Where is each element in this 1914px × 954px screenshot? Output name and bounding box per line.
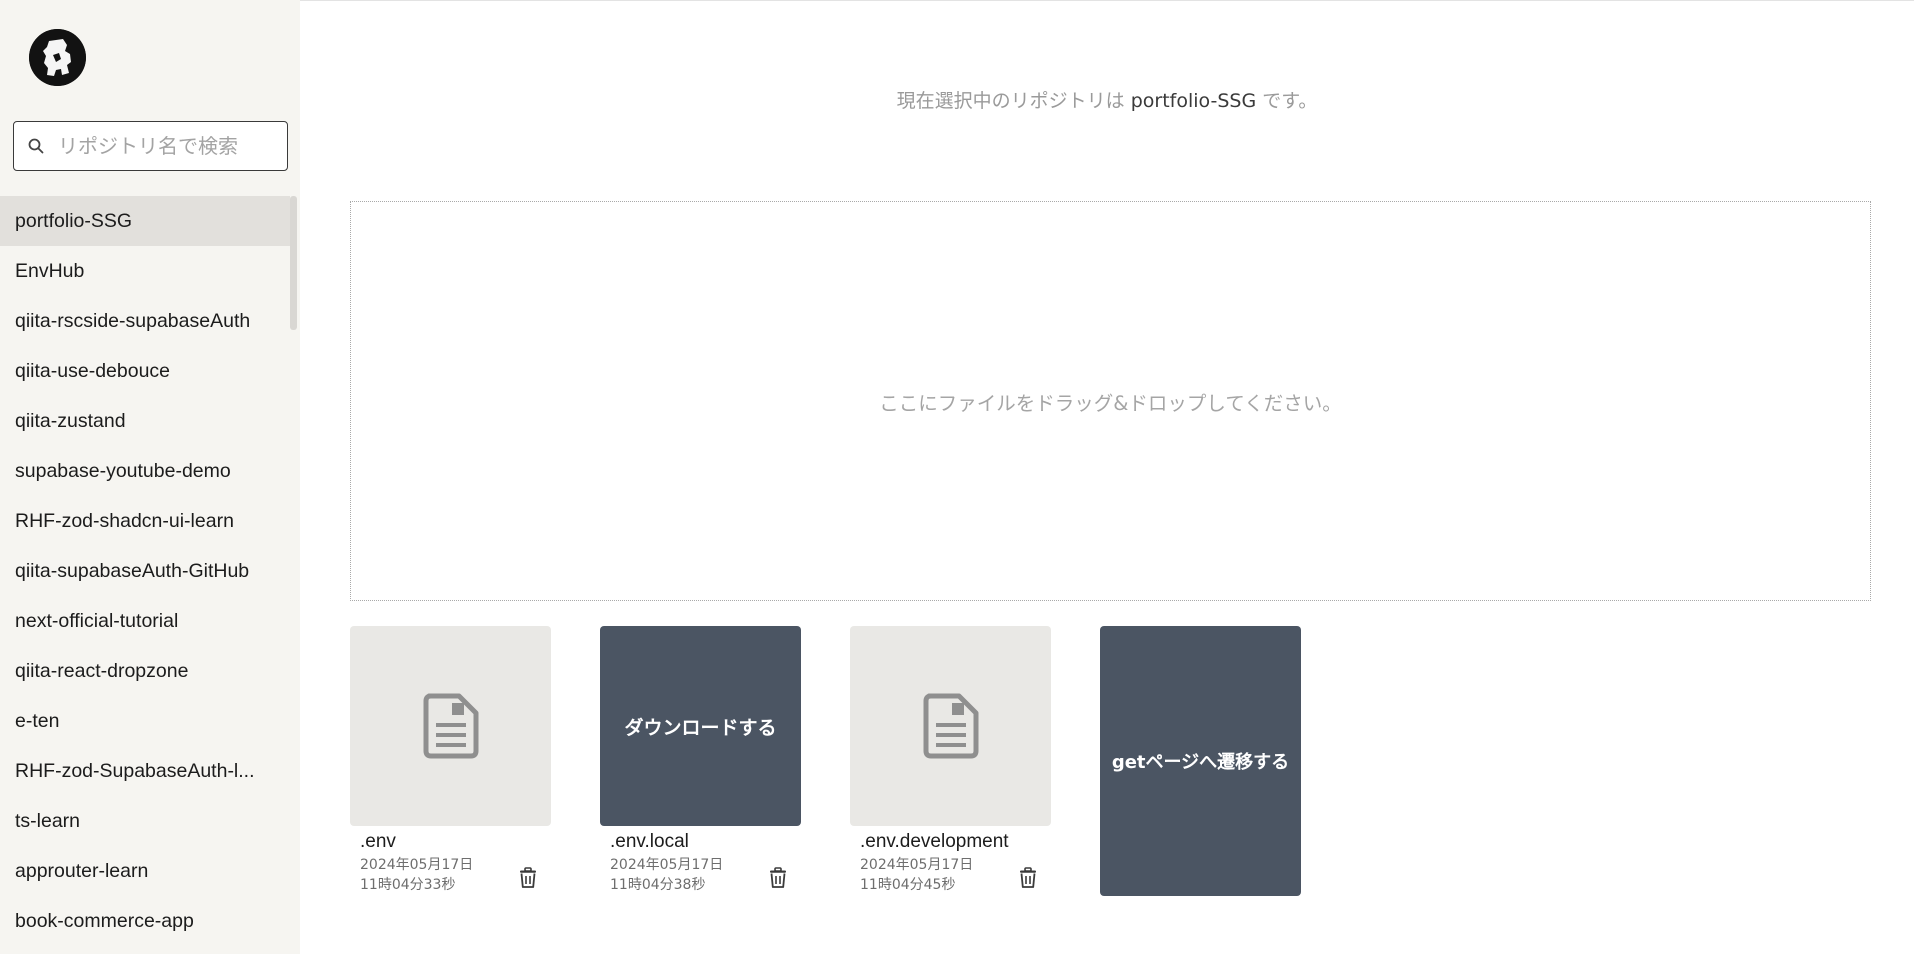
- repo-item-rhf-zod-shadcn-ui-learn[interactable]: RHF-zod-shadcn-ui-learn: [0, 496, 290, 546]
- repo-item-qiita-use-debouce[interactable]: qiita-use-debouce: [0, 346, 290, 396]
- repo-item-next-official-tutorial[interactable]: next-official-tutorial: [0, 596, 290, 646]
- repo-item-envhub[interactable]: EnvHub: [0, 246, 290, 296]
- app-logo[interactable]: [29, 29, 86, 86]
- search-input[interactable]: [58, 134, 258, 158]
- go-to-get-page-button[interactable]: getページへ遷移する: [1100, 626, 1301, 896]
- file-card: .env 2024年05月17日 11時04分33秒: [350, 626, 551, 895]
- current-repo-message: 現在選択中のリポジトリは portfolio-SSG です。: [300, 86, 1914, 113]
- sidebar: portfolio-SSG EnvHub qiita-rscside-supab…: [0, 0, 300, 954]
- file-card: .env.development 2024年05月17日 11時04分45秒: [850, 626, 1051, 895]
- current-repo-prefix: 現在選択中のリポジトリは: [896, 90, 1125, 112]
- repo-item-e-ten[interactable]: e-ten: [0, 696, 290, 746]
- trash-icon[interactable]: [517, 867, 539, 889]
- repo-item-qiita-zustand[interactable]: qiita-zustand: [0, 396, 290, 446]
- repo-item-supabase-youtube-demo[interactable]: supabase-youtube-demo: [0, 446, 290, 496]
- repo-search[interactable]: [13, 121, 288, 171]
- file-name: .env.local: [610, 831, 689, 852]
- repo-item-qiita-react-dropzone[interactable]: qiita-react-dropzone: [0, 646, 290, 696]
- file-dropzone[interactable]: ここにファイルをドラッグ&ドロップしてください。: [350, 201, 1871, 601]
- download-button[interactable]: ダウンロードする: [600, 626, 801, 826]
- file-name: .env.development: [860, 831, 1009, 852]
- repo-list: portfolio-SSG EnvHub qiita-rscside-supab…: [0, 196, 290, 954]
- trash-icon[interactable]: [1017, 867, 1039, 889]
- repo-item-ts-learn[interactable]: ts-learn: [0, 796, 290, 846]
- document-icon: [423, 693, 478, 759]
- current-repo-suffix: です。: [1262, 90, 1318, 112]
- file-card: ダウンロードする .env.local 2024年05月17日 11時04分38…: [600, 626, 801, 895]
- repo-item-portfolio-ssg[interactable]: portfolio-SSG: [0, 196, 290, 246]
- current-repo-name: portfolio-SSG: [1130, 90, 1257, 112]
- sidebar-scrollbar[interactable]: [290, 196, 297, 330]
- top-divider: [300, 0, 1914, 1]
- search-icon: [26, 136, 46, 156]
- document-icon: [923, 693, 978, 759]
- file-name: .env: [360, 831, 396, 852]
- repo-item-book-commerce-app[interactable]: book-commerce-app: [0, 896, 290, 946]
- repo-item-qiita-supabaseauth-github[interactable]: qiita-supabaseAuth-GitHub: [0, 546, 290, 596]
- repo-item-rhf-zod-supabaseauth[interactable]: RHF-zod-SupabaseAuth-l...: [0, 746, 290, 796]
- repo-item-approuter-learn[interactable]: approuter-learn: [0, 846, 290, 896]
- file-thumbnail[interactable]: [850, 626, 1051, 826]
- file-thumbnail[interactable]: [350, 626, 551, 826]
- repo-item-qiita-rscside-supabaseauth[interactable]: qiita-rscside-supabaseAuth: [0, 296, 290, 346]
- dropzone-text: ここにファイルをドラッグ&ドロップしてください。: [879, 391, 1342, 415]
- trash-icon[interactable]: [767, 867, 789, 889]
